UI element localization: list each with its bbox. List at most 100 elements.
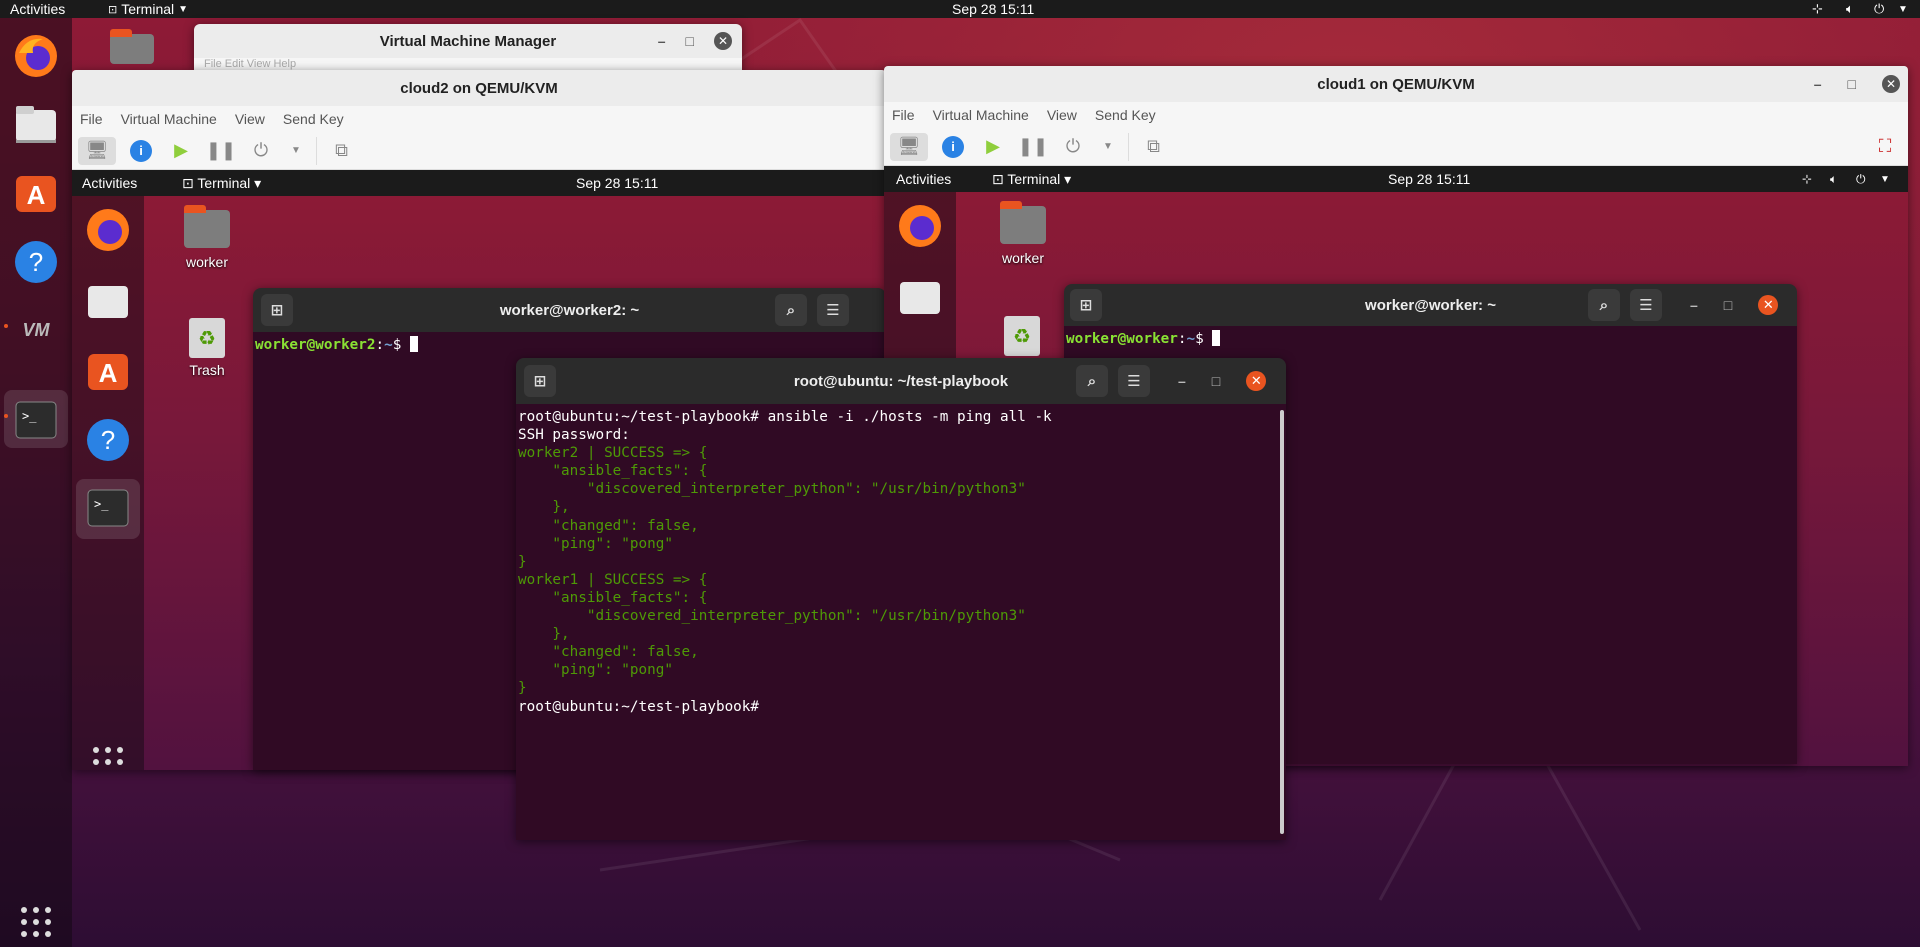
menu-virtual-machine[interactable]: Virtual Machine <box>933 107 1029 123</box>
guest-app-menu[interactable]: ⊡ Terminal ▾ <box>992 171 1071 188</box>
shutdown-icon[interactable]: ⏻ <box>246 137 276 165</box>
shutdown-icon[interactable]: ⏻ <box>1058 133 1088 161</box>
guest-clock[interactable]: Sep 28 15:11 <box>1388 171 1470 187</box>
guest-trash[interactable]: ♻ Trash <box>172 318 242 378</box>
new-tab-icon[interactable]: ⊞ <box>261 294 293 326</box>
terminal-line: "ansible_facts": { <box>518 589 708 606</box>
shutdown-menu-chevron-icon[interactable]: ▼ <box>286 137 306 165</box>
svg-text:>_: >_ <box>22 409 37 423</box>
cloud1-titlebar[interactable]: cloud1 on QEMU/KVM – □ ✕ <box>884 66 1908 102</box>
hamburger-menu-icon[interactable]: ☰ <box>1118 365 1150 397</box>
guest-activities[interactable]: Activities <box>82 175 137 191</box>
main-terminal-titlebar[interactable]: ⊞ root@ubuntu: ~/test-playbook ⌕ ☰ – □ ✕ <box>516 358 1286 404</box>
app-menu[interactable]: ⊡ Terminal ▼ <box>108 1 188 17</box>
volume-icon[interactable]: 🔈︎ <box>1846 1 1854 17</box>
maximize-icon[interactable]: □ <box>686 33 694 49</box>
run-icon[interactable]: ▶ <box>166 137 196 165</box>
svg-text:A: A <box>99 358 118 388</box>
console-view-icon[interactable]: 🖥︎ <box>890 132 928 161</box>
trash-icon[interactable]: ♻ <box>1004 316 1040 356</box>
maximize-icon[interactable]: □ <box>1212 373 1220 389</box>
guest-activities[interactable]: Activities <box>896 171 951 187</box>
minimize-icon[interactable]: – <box>1814 76 1822 92</box>
snapshots-icon[interactable]: ⧉ <box>1128 132 1168 161</box>
files-icon[interactable] <box>84 276 132 324</box>
volume-icon[interactable]: 🔈︎ <box>1830 172 1837 187</box>
guest-clock[interactable]: Sep 28 15:11 <box>576 175 658 191</box>
close-icon[interactable]: ✕ <box>714 32 732 50</box>
scrollbar[interactable] <box>1280 410 1284 834</box>
activities-button[interactable]: Activities <box>10 1 65 17</box>
guest-home-folder[interactable]: worker <box>172 205 242 270</box>
new-tab-icon[interactable]: ⊞ <box>524 365 556 397</box>
terminal-line: "ping": "pong" <box>518 662 673 679</box>
details-info-icon[interactable]: i <box>126 137 156 165</box>
terminal-dock-icon[interactable]: >_ <box>84 484 132 532</box>
pause-icon[interactable]: ❚❚ <box>1018 133 1048 161</box>
search-icon[interactable]: ⌕ <box>1076 365 1108 397</box>
files-icon[interactable] <box>12 100 60 148</box>
menu-view[interactable]: View <box>1047 107 1077 123</box>
clock[interactable]: Sep 28 15:11 <box>952 1 1034 17</box>
menu-file[interactable]: File <box>80 111 103 127</box>
firefox-icon[interactable] <box>896 202 944 250</box>
menu-send-key[interactable]: Send Key <box>1095 107 1156 123</box>
search-icon[interactable]: ⌕ <box>1588 289 1620 321</box>
details-info-icon[interactable]: i <box>938 133 968 161</box>
close-icon[interactable]: ✕ <box>1758 295 1779 315</box>
software-center-icon[interactable]: A <box>12 168 60 216</box>
snapshots-icon[interactable]: ⧉ <box>316 136 356 165</box>
vmm-titlebar[interactable]: Virtual Machine Manager – □ ✕ <box>194 24 742 58</box>
system-menu-chevron-icon[interactable]: ▼ <box>1880 174 1890 185</box>
hamburger-menu-icon[interactable]: ☰ <box>1630 289 1662 321</box>
close-icon[interactable]: ✕ <box>1882 75 1900 93</box>
menu-view[interactable]: View <box>235 111 265 127</box>
menu-file[interactable]: File <box>892 107 915 123</box>
terminal-dock-icon[interactable]: >_ <box>12 396 60 444</box>
minimize-icon[interactable]: – <box>1690 297 1698 313</box>
help-icon[interactable]: ? <box>84 416 132 464</box>
shutdown-menu-chevron-icon[interactable]: ▼ <box>1098 133 1118 161</box>
run-icon[interactable]: ▶ <box>978 133 1008 161</box>
new-tab-icon[interactable]: ⊞ <box>1070 289 1102 321</box>
firefox-icon[interactable] <box>84 206 132 254</box>
menu-virtual-machine[interactable]: Virtual Machine <box>121 111 217 127</box>
menu-send-key[interactable]: Send Key <box>283 111 344 127</box>
system-menu-chevron-icon[interactable]: ▼ <box>1898 4 1908 15</box>
console-view-icon[interactable]: 🖥︎ <box>78 136 116 165</box>
help-icon[interactable]: ? <box>12 238 60 286</box>
firefox-icon[interactable] <box>12 32 60 80</box>
main-terminal-body[interactable]: root@ubuntu:~/test-playbook# ansible -i … <box>516 404 1286 840</box>
svg-text:>_: >_ <box>94 497 109 511</box>
search-icon[interactable]: ⌕ <box>775 294 807 326</box>
app-menu-label: Terminal <box>121 1 175 17</box>
terminal-line: } <box>518 553 527 570</box>
pause-icon[interactable]: ❚❚ <box>206 137 236 165</box>
maximize-icon[interactable]: □ <box>1724 297 1732 313</box>
network-icon[interactable]: ⊹ <box>1812 1 1823 17</box>
close-icon[interactable]: ✕ <box>1246 371 1267 391</box>
guest-app-menu[interactable]: ⊡ Terminal ▾ <box>182 175 261 192</box>
software-center-icon[interactable]: A <box>84 346 132 394</box>
cloud1-guest-topbar: Activities ⊡ Terminal ▾ Sep 28 15:11 ⊹ 🔈… <box>884 166 1908 192</box>
files-icon[interactable] <box>896 272 944 320</box>
minimize-icon[interactable]: – <box>658 33 666 49</box>
show-apps-icon[interactable] <box>84 738 132 770</box>
power-icon[interactable]: ⏻ <box>1874 1 1884 17</box>
cloud2-toolbar: 🖥︎ i ▶ ❚❚ ⏻ ▼ ⧉ <box>72 132 886 170</box>
guest-home-folder[interactable]: worker <box>988 201 1058 266</box>
power-icon[interactable]: ⏻ <box>1856 172 1866 187</box>
desktop-home-folder[interactable] <box>110 29 154 64</box>
network-icon[interactable]: ⊹ <box>1802 172 1812 186</box>
worker1-terminal-titlebar[interactable]: ⊞ worker@worker: ~ ⌕ ☰ – □ ✕ <box>1064 284 1797 326</box>
main-terminal-title: root@ubuntu: ~/test-playbook <box>793 372 1009 390</box>
worker2-terminal-titlebar[interactable]: ⊞ worker@worker2: ~ ⌕ ☰ <box>253 288 886 332</box>
terminal-line: } <box>518 680 527 697</box>
maximize-icon[interactable]: □ <box>1848 76 1856 92</box>
show-apps-icon[interactable] <box>12 898 60 946</box>
fullscreen-icon[interactable]: ⛶ <box>1870 133 1900 161</box>
minimize-icon[interactable]: – <box>1178 373 1186 389</box>
cloud2-titlebar[interactable]: cloud2 on QEMU/KVM <box>72 70 886 106</box>
hamburger-menu-icon[interactable]: ☰ <box>817 294 849 326</box>
virt-manager-icon[interactable]: VM <box>12 306 60 354</box>
